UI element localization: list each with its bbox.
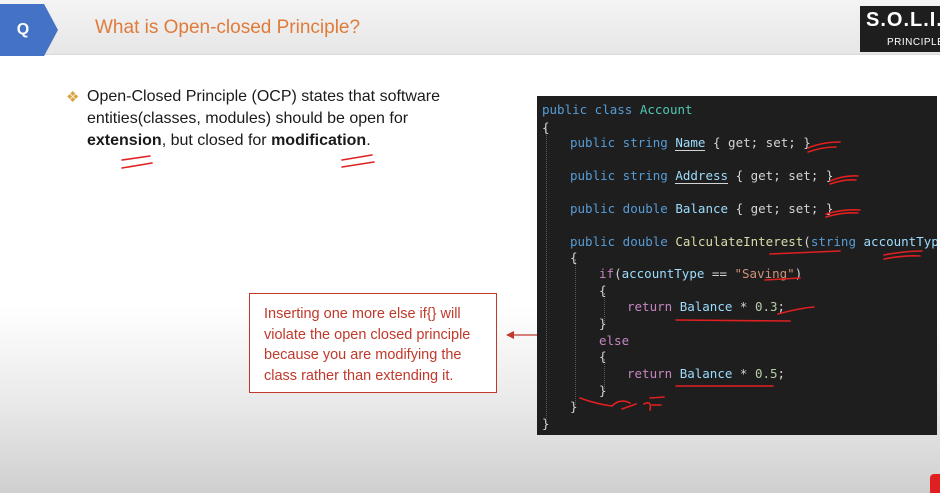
- corner-badge: [930, 474, 940, 493]
- callout-arrow: [506, 331, 537, 339]
